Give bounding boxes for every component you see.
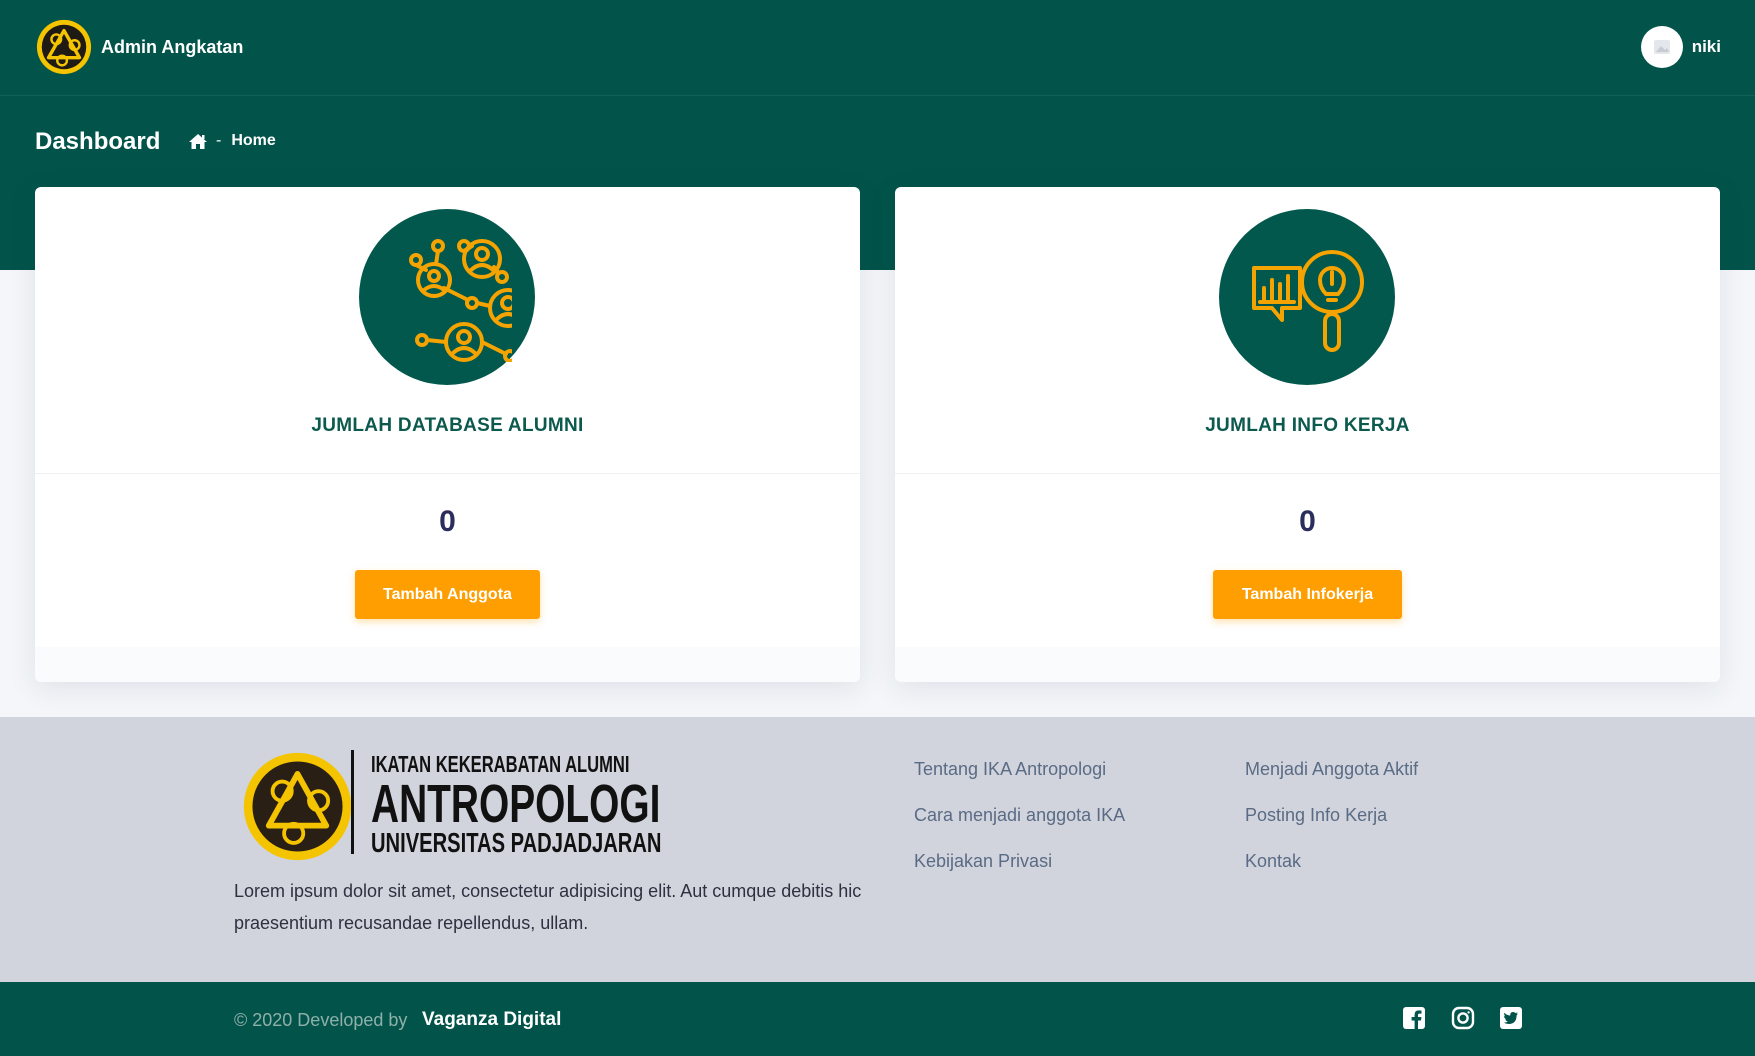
job-info-card: JUMLAH INFO KERJA 0 Tambah Infokerja — [895, 187, 1720, 682]
footer-links-col1: Tentang IKA Antropologi Cara menjadi ang… — [914, 757, 1125, 895]
breadcrumb-current: Home — [231, 132, 276, 149]
instagram-icon[interactable] — [1451, 1006, 1475, 1030]
footer-link-contact[interactable]: Kontak — [1245, 849, 1418, 895]
footer-link-privacy[interactable]: Kebijakan Privasi — [914, 849, 1125, 895]
brand[interactable]: Admin Angkatan — [35, 18, 243, 76]
user-menu[interactable]: niki — [1640, 26, 1721, 68]
user-name: niki — [1691, 37, 1721, 56]
add-job-info-button[interactable]: Tambah Infokerja — [1213, 570, 1402, 619]
bottom-bar: © 2020 Developed by Vaganza Digital — [0, 982, 1755, 1056]
copyright-text: © 2020 Developed by — [234, 1010, 408, 1030]
card-icon-circle — [359, 209, 535, 385]
breadcrumb: - Home — [188, 132, 276, 150]
divider — [35, 473, 860, 474]
footer-link-how-to-join[interactable]: Cara menjadi anggota IKA — [914, 803, 1125, 849]
image-placeholder-icon — [1653, 40, 1670, 54]
logo-divider — [351, 750, 354, 854]
footer-links-col2: Menjadi Anggota Aktif Posting Info Kerja… — [1245, 757, 1418, 895]
page-title: Dashboard — [35, 128, 161, 155]
logo-text-line3: UNIVERSITAS PADJADJARAN — [371, 827, 662, 858]
card-title: JUMLAH INFO KERJA — [1205, 415, 1410, 436]
card-title: JUMLAH DATABASE ALUMNI — [311, 415, 584, 436]
developer-link[interactable]: Vaganza Digital — [422, 1009, 561, 1031]
card-footer — [895, 647, 1720, 682]
alumni-count: 0 — [439, 505, 456, 538]
add-member-button[interactable]: Tambah Anggota — [355, 570, 540, 619]
job-info-count: 0 — [1299, 505, 1316, 538]
footer-description: Lorem ipsum dolor sit amet, consectetur … — [234, 881, 862, 933]
footer-link-become-active-member[interactable]: Menjadi Anggota Aktif — [1245, 757, 1418, 803]
facebook-icon[interactable] — [1402, 1006, 1426, 1030]
home-icon[interactable] — [188, 133, 208, 150]
logo-text-line2: ANTROPOLOGI — [371, 774, 661, 834]
breadcrumb-separator: - — [216, 132, 222, 149]
twitter-icon[interactable] — [1499, 1006, 1523, 1030]
avatar[interactable] — [1640, 26, 1683, 68]
card-icon-circle — [1219, 209, 1395, 385]
divider — [895, 473, 1720, 474]
card-footer — [35, 647, 860, 682]
top-navbar: Admin Angkatan niki — [0, 0, 1755, 96]
footer-link-post-job-info[interactable]: Posting Info Kerja — [1245, 803, 1418, 849]
alumni-database-card: JUMLAH DATABASE ALUMNI 0 Tambah Anggota — [35, 187, 860, 682]
organization-logo-icon — [243, 752, 352, 861]
brand-logo-icon — [36, 19, 92, 75]
footer: IKATAN KEKERABATAN ALUMNI ANTROPOLOGI UN… — [0, 717, 1755, 982]
job-info-icon — [1252, 250, 1364, 352]
app-name: Admin Angkatan — [101, 36, 244, 57]
footer-link-about[interactable]: Tentang IKA Antropologi — [914, 757, 1125, 803]
alumni-network-icon — [409, 239, 512, 362]
